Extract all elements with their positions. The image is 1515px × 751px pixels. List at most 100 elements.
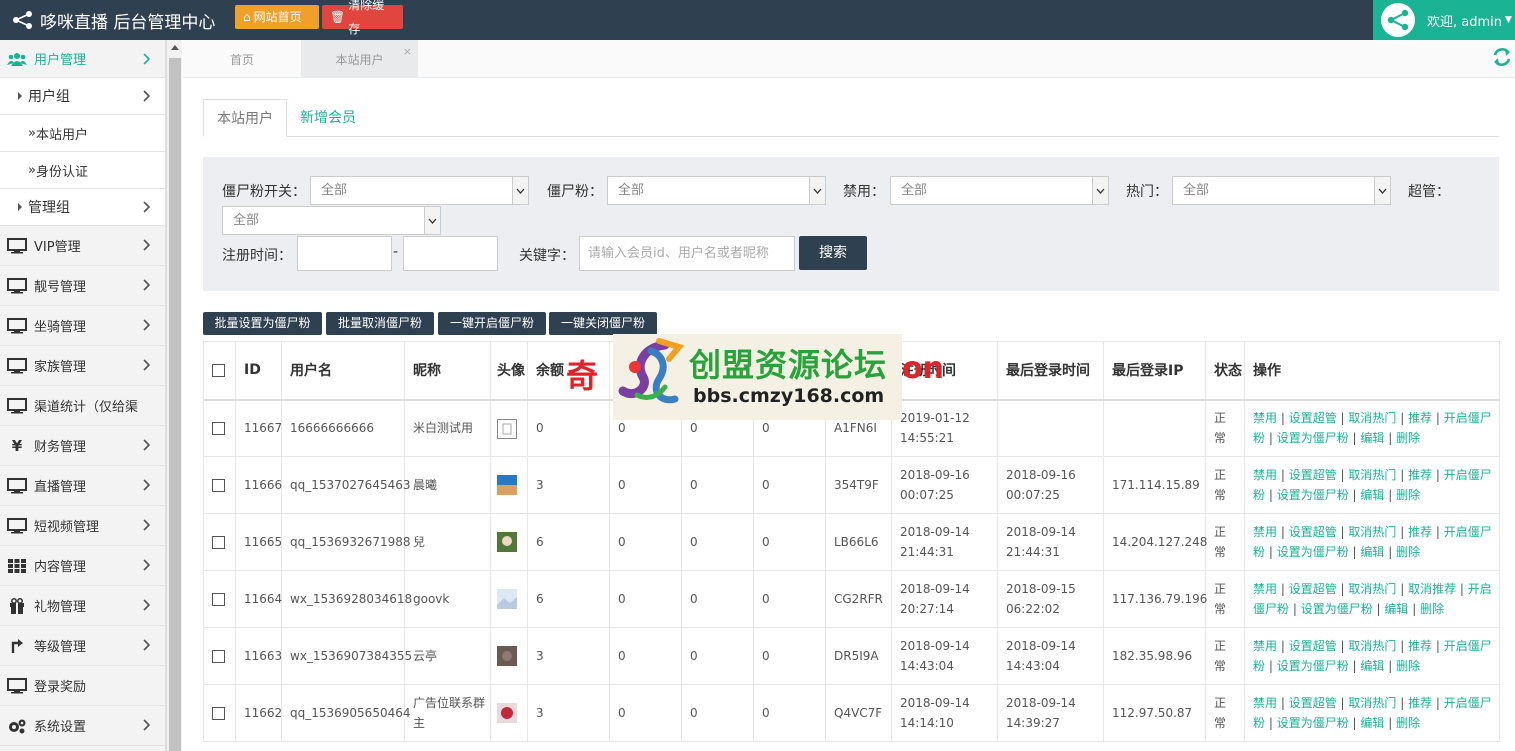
sidebar-item-short-video[interactable]: 短视频管理 (0, 506, 165, 546)
edit-link[interactable]: 编辑 (1360, 659, 1384, 673)
row-checkbox[interactable] (212, 707, 225, 720)
reg-end-input[interactable] (403, 236, 498, 271)
set-zombie-link[interactable]: 设置为僵尸粉 (1301, 602, 1373, 616)
disable-all-zombie-button[interactable]: 一键关闭僵尸粉 (549, 312, 657, 335)
set-super-admin-link[interactable]: 设置超管 (1289, 468, 1337, 482)
ban-link[interactable]: 禁用 (1253, 468, 1277, 482)
zombie-switch-select[interactable]: 全部 (310, 176, 529, 205)
set-super-admin-link[interactable]: 设置超管 (1289, 639, 1337, 653)
ban-link[interactable]: 禁用 (1253, 696, 1277, 710)
recommend-link[interactable]: 推荐 (1408, 696, 1432, 710)
sidebar-scrollbar[interactable] (166, 40, 182, 751)
row-checkbox[interactable] (212, 422, 225, 436)
ban-link[interactable]: 禁用 (1253, 525, 1277, 539)
sidebar-item-pretty-number[interactable]: 靓号管理 (0, 266, 165, 306)
sidebar-item-finance[interactable]: ¥ 财务管理 (0, 426, 165, 466)
edit-link[interactable]: 编辑 (1384, 602, 1408, 616)
sidebar-item-admin-group[interactable]: 管理组 (0, 189, 165, 226)
select-all-checkbox[interactable] (212, 363, 225, 377)
sidebar-item-mount[interactable]: 坐骑管理 (0, 306, 165, 346)
set-super-admin-link[interactable]: 设置超管 (1289, 411, 1337, 425)
sidebar-item-site-users[interactable]: » 本站用户 (0, 115, 165, 152)
delete-link[interactable]: 删除 (1396, 659, 1420, 673)
delete-link[interactable]: 删除 (1396, 431, 1420, 445)
row-checkbox[interactable] (212, 536, 225, 549)
delete-link[interactable]: 删除 (1420, 602, 1444, 616)
edit-link[interactable]: 编辑 (1360, 545, 1384, 559)
tab-home[interactable]: 首页 (183, 40, 301, 78)
user-menu[interactable]: 欢迎, admin ▼ (1373, 0, 1515, 40)
sidebar-item-system-settings[interactable]: 系统设置 (0, 706, 165, 746)
delete-link[interactable]: 删除 (1396, 488, 1420, 502)
set-super-admin-link[interactable]: 设置超管 (1289, 525, 1337, 539)
search-button[interactable]: 搜索 (799, 236, 867, 270)
sidebar-item-content[interactable]: 内容管理 (0, 546, 165, 586)
cancel-hot-link[interactable]: 取消热门 (1348, 582, 1396, 596)
cancel-hot-link[interactable]: 取消热门 (1348, 639, 1396, 653)
delete-link[interactable]: 删除 (1396, 716, 1420, 730)
sidebar-item-vip[interactable]: VIP管理 (0, 226, 165, 266)
row-checkbox[interactable] (212, 650, 225, 663)
keyword-input[interactable]: 请输入会员id、用户名或者昵称 (579, 236, 795, 271)
hot-select[interactable]: 全部 (1172, 176, 1391, 205)
recommend-link[interactable]: 推荐 (1408, 525, 1432, 539)
col-last-login[interactable]: 最后登录时间 (997, 341, 1104, 401)
super-admin-select[interactable]: 全部 (222, 206, 441, 235)
ban-link[interactable]: 禁用 (1253, 582, 1277, 596)
close-icon[interactable]: × (403, 32, 412, 72)
ban-link[interactable]: 禁用 (1253, 639, 1277, 653)
recommend-link[interactable]: 推荐 (1408, 468, 1432, 482)
batch-set-zombie-button[interactable]: 批量设置为僵尸粉 (203, 312, 322, 335)
site-home-button[interactable]: ⌂ 网站首页 (235, 5, 319, 29)
sidebar-item-gift[interactable]: 礼物管理 (0, 586, 165, 626)
reg-start-input[interactable] (297, 236, 392, 271)
col-nickname[interactable]: 昵称 (404, 341, 491, 401)
cancel-hot-link[interactable]: 取消热门 (1348, 468, 1396, 482)
row-checkbox[interactable] (212, 479, 225, 492)
scroll-up-icon[interactable] (171, 45, 179, 50)
batch-cancel-zombie-button[interactable]: 批量取消僵尸粉 (326, 312, 434, 335)
col-last-ip[interactable]: 最后登录IP (1103, 341, 1206, 401)
sidebar-item-live[interactable]: 直播管理 (0, 466, 165, 506)
recommend-link[interactable]: 取消推荐 (1408, 582, 1456, 596)
zombie-select[interactable]: 全部 (607, 176, 826, 205)
sidebar-item-user-group[interactable]: 用户组 (0, 78, 165, 115)
tab-site-users[interactable]: 本站用户 × (301, 40, 418, 78)
cancel-hot-link[interactable]: 取消热门 (1348, 411, 1396, 425)
scrollbar-thumb[interactable] (169, 58, 181, 751)
set-zombie-link[interactable]: 设置为僵尸粉 (1277, 431, 1349, 445)
ban-link[interactable]: 禁用 (1253, 411, 1277, 425)
sidebar-item-channel-stats[interactable]: 渠道统计（仅给渠 (0, 386, 165, 426)
col-avatar[interactable]: 头像 (490, 341, 528, 401)
recommend-link[interactable]: 推荐 (1408, 411, 1432, 425)
set-super-admin-link[interactable]: 设置超管 (1289, 582, 1337, 596)
set-zombie-link[interactable]: 设置为僵尸粉 (1277, 545, 1349, 559)
ban-select[interactable]: 全部 (890, 176, 1109, 205)
col-id[interactable]: ID (235, 341, 282, 401)
edit-link[interactable]: 编辑 (1360, 431, 1384, 445)
sidebar-item-family[interactable]: 家族管理 (0, 346, 165, 386)
refresh-icon[interactable] (1491, 46, 1513, 72)
enable-all-zombie-button[interactable]: 一键开启僵尸粉 (438, 312, 546, 335)
set-zombie-link[interactable]: 设置为僵尸粉 (1277, 488, 1349, 502)
sidebar-item-user-management[interactable]: 用户管理 (0, 40, 165, 78)
set-zombie-link[interactable]: 设置为僵尸粉 (1277, 659, 1349, 673)
set-super-admin-link[interactable]: 设置超管 (1289, 696, 1337, 710)
sidebar-item-id-verify[interactable]: » 身份认证 (0, 152, 165, 189)
cancel-hot-link[interactable]: 取消热门 (1348, 696, 1396, 710)
tab-site-users-list[interactable]: 本站用户 (203, 99, 287, 137)
delete-link[interactable]: 删除 (1396, 545, 1420, 559)
col-username[interactable]: 用户名 (281, 341, 405, 401)
sidebar-item-login-reward[interactable]: 登录奖励 (0, 666, 165, 706)
recommend-link[interactable]: 推荐 (1408, 639, 1432, 653)
clear-cache-button[interactable]: 🗑 清除缓存 (322, 0, 403, 36)
tab-add-member[interactable]: 新增会员 (287, 99, 369, 137)
row-checkbox[interactable] (212, 593, 225, 606)
set-zombie-link[interactable]: 设置为僵尸粉 (1277, 716, 1349, 730)
brand[interactable]: 哆咪直播 后台管理中心 (12, 0, 215, 40)
edit-link[interactable]: 编辑 (1360, 488, 1384, 502)
sidebar-item-level[interactable]: 等级管理 (0, 626, 165, 666)
cancel-hot-link[interactable]: 取消热门 (1348, 525, 1396, 539)
edit-link[interactable]: 编辑 (1360, 716, 1384, 730)
col-status[interactable]: 状态 (1205, 341, 1245, 401)
